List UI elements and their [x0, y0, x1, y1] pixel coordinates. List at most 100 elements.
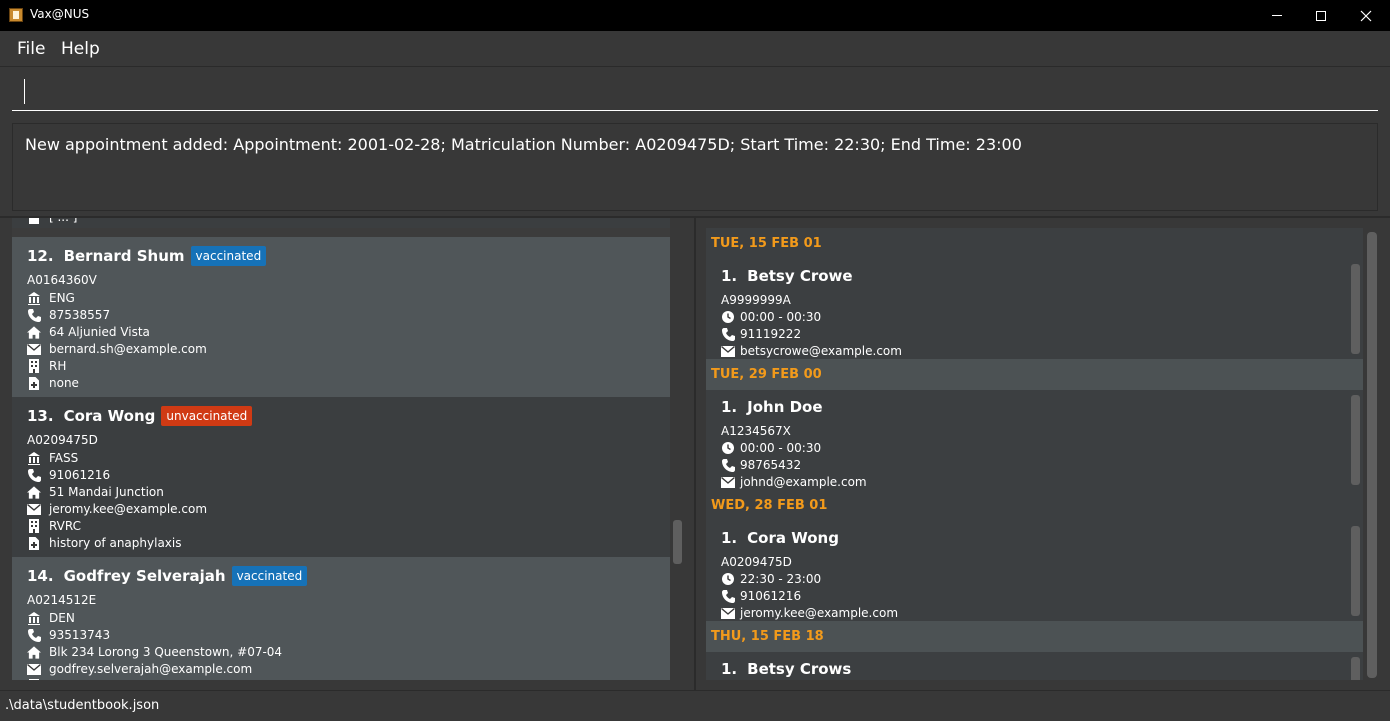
schedule-panel: TUE, 15 FEB 01 1. Betsy Crowe A9999999A 00:0… [696, 218, 1390, 690]
mail-icon [27, 502, 41, 516]
appointment-name: 1. Cora Wong [721, 529, 839, 547]
person-name-text: Godfrey Selverajah [63, 567, 226, 585]
person-phone: 93513743 [49, 628, 111, 642]
person-address-row: Blk 234 Lorong 3 Queenstown, #07-04 [27, 645, 282, 659]
person-name: 14. [27, 567, 54, 585]
partial-row: [ ... ] [27, 218, 77, 224]
appointment-card[interactable]: 1. John Doe A1234567X 00:00 - 00:30 98765432… [706, 390, 1363, 490]
mail-icon [721, 475, 735, 489]
appointment-index: 1. [721, 529, 738, 547]
person-address: Blk 234 Lorong 3 Queenstown, #07-04 [49, 645, 283, 659]
date-header: TUE, 15 FEB 01 [706, 228, 1363, 259]
person-card-partial[interactable]: [ ... ] [12, 218, 670, 228]
appointment-card[interactable]: 1. Betsy Crows [706, 652, 1363, 680]
faculty-icon [27, 291, 41, 305]
appointment-card-scrollbar[interactable] [1351, 526, 1360, 616]
appointment-card-scrollbar[interactable] [1351, 395, 1360, 485]
person-email-row: jeromy.kee@example.com [27, 502, 207, 516]
minimize-button[interactable] [1254, 0, 1300, 31]
appointment-person-name: Betsy Crowe [747, 267, 853, 285]
clock-icon [721, 572, 735, 586]
person-residence-row [27, 679, 49, 680]
person-phone-row: 93513743 [27, 628, 110, 642]
matriculation-number: A0164360V [27, 273, 97, 287]
matriculation-number: A0209475D [27, 433, 98, 447]
menu-help[interactable]: Help [61, 39, 100, 59]
person-card[interactable]: 14. Godfrey Selverajah vaccinated A0214512E… [12, 557, 670, 680]
app-icon [9, 8, 23, 22]
menu-file[interactable]: File [17, 39, 45, 59]
date-header: WED, 28 FEB 01 [706, 490, 1363, 521]
date-header-text: THU, 15 FEB 18 [711, 629, 824, 644]
person-name-text: Bernard Shum [63, 247, 185, 265]
appointment-card[interactable]: 1. Betsy Crowe A9999999A 00:00 - 00:30 91119… [706, 259, 1363, 359]
phone-icon [721, 589, 735, 603]
person-residence: RVRC [49, 519, 82, 533]
person-faculty: FASS [49, 451, 79, 465]
person-list[interactable]: [ ... ] 12. Bernard Shum vaccinated A016436… [12, 218, 670, 680]
appointment-time-row: 22:30 - 23:00 [721, 572, 821, 586]
home-icon [27, 325, 41, 339]
close-button[interactable] [1343, 0, 1389, 31]
vaccination-status-badge: vaccinated [231, 566, 308, 586]
mail-icon [27, 662, 41, 676]
matriculation-number: A0214512E [27, 593, 97, 607]
appointment-matriculation-number: A0209475D [721, 555, 792, 569]
appointment-phone-row: 98765432 [721, 458, 801, 472]
person-name: 13. [27, 407, 54, 425]
command-input[interactable] [12, 73, 1378, 111]
person-faculty-row: ENG [27, 291, 75, 305]
person-faculty-row: FASS [27, 451, 78, 465]
appointment-time: 00:00 - 00:30 [740, 441, 822, 455]
appointment-card[interactable]: 1. Cora Wong A0209475D 22:30 - 23:00 9106121… [706, 521, 1363, 621]
appointment-index: 1. [721, 267, 738, 285]
person-card-header: 12. Bernard Shum vaccinated [27, 246, 267, 266]
text-caret [24, 79, 25, 104]
person-address-row: 51 Mandai Junction [27, 485, 164, 499]
person-residence-row: RVRC [27, 519, 81, 533]
schedule-list[interactable]: TUE, 15 FEB 01 1. Betsy Crowe A9999999A 00:0… [706, 228, 1363, 680]
appointment-matriculation-number: A9999999A [721, 293, 791, 307]
person-address: 51 Mandai Junction [49, 485, 164, 499]
phone-icon [27, 628, 41, 642]
appointment-phone: 91119222 [740, 327, 802, 341]
person-phone-row: 87538557 [27, 308, 110, 322]
faculty-icon [27, 611, 41, 625]
person-email-row: godfrey.selverajah@example.com [27, 662, 252, 676]
schedule-scroll-thumb[interactable] [1367, 232, 1377, 678]
vaccination-status-badge: vaccinated [190, 246, 267, 266]
maximize-button[interactable] [1298, 0, 1344, 31]
appointment-time: 22:30 - 23:00 [740, 572, 822, 586]
appointment-phone-row: 91119222 [721, 327, 801, 341]
faculty-icon [27, 451, 41, 465]
appointment-card-scrollbar[interactable] [1351, 657, 1360, 680]
appointment-email: jeromy.kee@example.com [740, 606, 899, 620]
person-email: bernard.sh@example.com [49, 342, 207, 356]
window-title: Vax@NUS [30, 7, 90, 21]
date-header: TUE, 29 FEB 00 [706, 359, 1363, 390]
result-display[interactable]: New appointment added: Appointment: 2001… [12, 123, 1378, 211]
person-list-scroll-thumb[interactable] [673, 520, 682, 564]
clock-icon [721, 441, 735, 455]
person-name: 12. [27, 247, 54, 265]
appointment-name: 1. John Doe [721, 398, 823, 416]
appointment-card-scrollbar[interactable] [1351, 264, 1360, 354]
medical-file-icon [27, 536, 41, 550]
mail-icon [27, 342, 41, 356]
person-card[interactable]: 12. Bernard Shum vaccinated A0164360V ENG 875… [12, 237, 670, 397]
mail-icon [721, 344, 735, 358]
mail-icon [721, 606, 735, 620]
home-icon [27, 645, 41, 659]
person-email: godfrey.selverajah@example.com [49, 662, 253, 676]
person-list-scrollbar[interactable] [672, 218, 683, 680]
appointment-person-name: Betsy Crows [747, 660, 852, 678]
person-faculty: DEN [49, 611, 75, 625]
date-header: THU, 15 FEB 18 [706, 621, 1363, 652]
person-card[interactable]: 13. Cora Wong unvaccinated A0209475D FASS 910… [12, 397, 670, 557]
close-icon [1360, 10, 1372, 21]
person-residence-row: RH [27, 359, 66, 373]
appointment-name: 1. Betsy Crows [721, 660, 851, 678]
vaccination-status-badge: unvaccinated [161, 406, 253, 426]
phone-icon [27, 468, 41, 482]
person-phone: 91061216 [49, 468, 111, 482]
